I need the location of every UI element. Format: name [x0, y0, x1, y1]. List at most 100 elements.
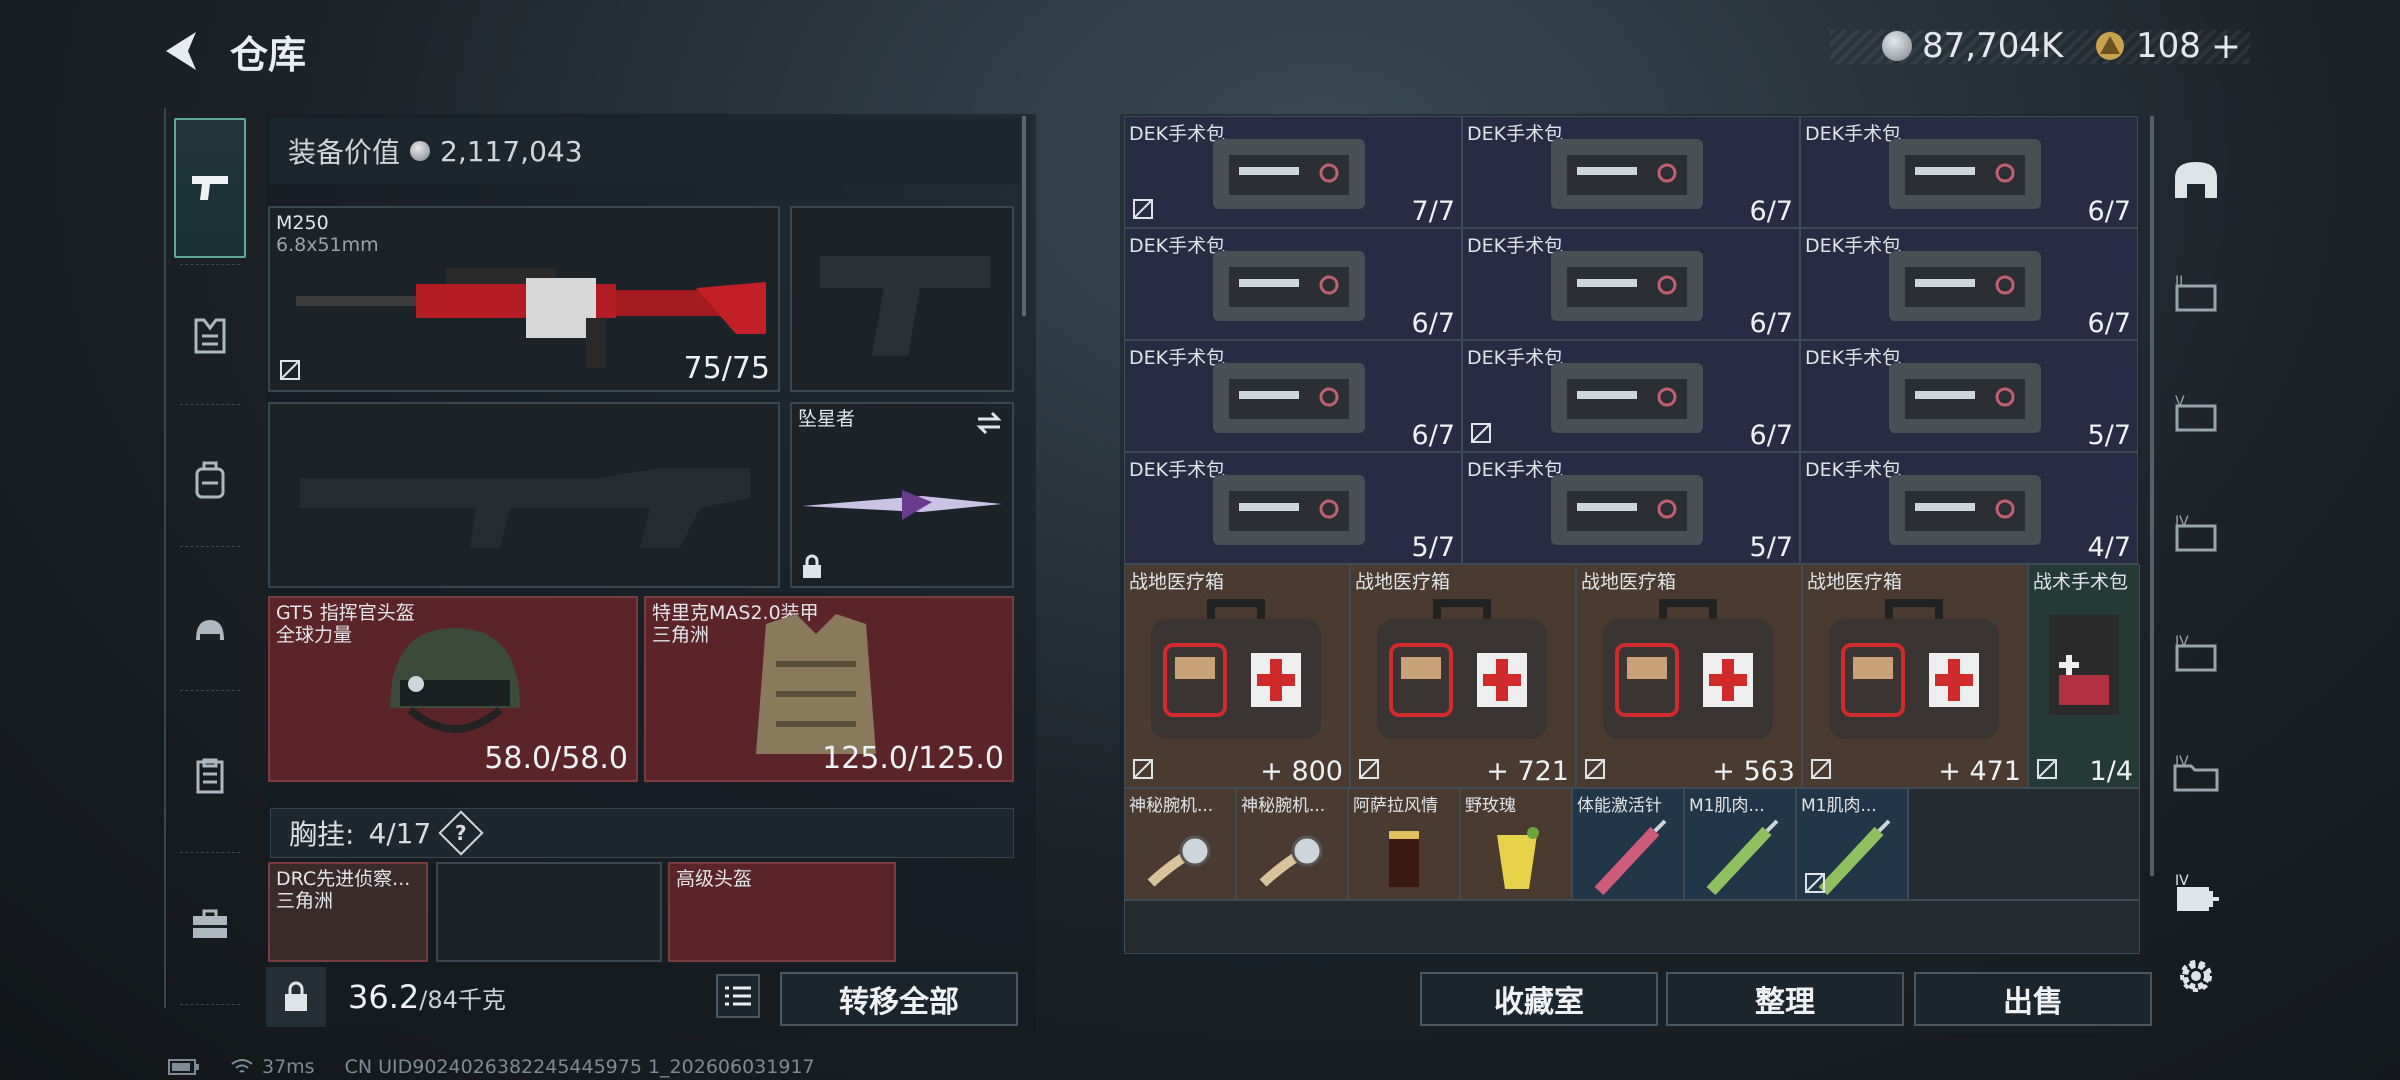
item-count: + 563: [1712, 756, 1795, 787]
armor-slot[interactable]: 特里克MAS2.0装甲 三角洲 125.0/125.0: [644, 596, 1014, 782]
nav-tab-helmet[interactable]: [174, 596, 246, 668]
weight-max: /84千克: [419, 985, 506, 1014]
melee-slot[interactable]: 坠星者: [790, 402, 1014, 588]
storage-item[interactable]: DEK手术包 6/7: [1800, 116, 2138, 228]
nav-tab-backpack[interactable]: [174, 444, 246, 516]
item-count: 6/7: [1749, 308, 1793, 339]
small-item[interactable]: 野玫瑰: [1460, 788, 1572, 900]
storage-tab-4[interactable]: IV: [2160, 502, 2232, 566]
status-bar: 37ms CN UID9024026382245445975 1_2026060…: [168, 1056, 815, 1078]
lock-icon: [285, 981, 307, 1011]
small-item[interactable]: 阿萨拉风情: [1348, 788, 1460, 900]
nav-divider: [180, 264, 240, 265]
medical-box-item[interactable]: 战地医疗箱 + 721: [1350, 564, 1576, 788]
storage-scrollbar[interactable]: [2150, 116, 2154, 876]
pistol-silhouette-icon: [820, 256, 990, 356]
helmet-durability: 58.0/58.0: [484, 741, 628, 776]
helmet-icon: [196, 620, 224, 640]
collection-room-button[interactable]: 收藏室: [1420, 972, 1658, 1026]
small-item[interactable]: M1肌肉...: [1684, 788, 1796, 900]
storage-item[interactable]: DEK手术包 5/7: [1124, 452, 1462, 564]
storage-tab-6[interactable]: IV: [2160, 742, 2232, 806]
small-item[interactable]: M1肌肉...: [1796, 788, 1908, 900]
svg-text:V: V: [2175, 394, 2185, 410]
storage-item[interactable]: DEK手术包 5/7: [1800, 340, 2138, 452]
item-count-value: 721: [1517, 756, 1569, 787]
coin-icon: [1882, 31, 1912, 61]
nav-tab-weapons[interactable]: [174, 118, 246, 258]
small-item[interactable]: 神秘腕机...: [1236, 788, 1348, 900]
equipment-value-bar: 装备价值 2,117,043: [270, 118, 1020, 184]
storage-tab-3[interactable]: V: [2160, 382, 2232, 446]
surgery-kit-image: [1889, 251, 2041, 321]
storage-item[interactable]: DEK手术包 6/7: [1462, 340, 1800, 452]
equipment-scrollbar[interactable]: [1022, 116, 1026, 316]
medical-box-image: [1377, 599, 1547, 739]
item-count: 6/7: [1749, 196, 1793, 227]
weight-lock[interactable]: [266, 967, 326, 1027]
lock-icon: [803, 554, 821, 578]
pistol-slot[interactable]: [790, 206, 1014, 392]
currency-premium-value: 108: [2136, 26, 2201, 66]
add-storage-tab[interactable]: IV: [2160, 862, 2232, 926]
primary-weapon-slot[interactable]: M250 6.8x51mm 75/75: [268, 206, 780, 392]
chest-rig-empty-slot[interactable]: [436, 862, 662, 962]
small-item[interactable]: 神秘腕机...: [1124, 788, 1236, 900]
settings-button[interactable]: [2160, 944, 2232, 1008]
surgery-kit-image: [1889, 475, 2041, 545]
tactical-kit-item[interactable]: 战术手术包 1/4: [2028, 564, 2140, 788]
medical-box-image: [1151, 599, 1321, 739]
secondary-weapon-slot[interactable]: [268, 402, 780, 588]
plus-icon: +: [1260, 756, 1292, 787]
nav-tab-vest[interactable]: [174, 300, 246, 372]
surgery-kit-image: [1213, 251, 1365, 321]
item-count: 5/7: [2087, 420, 2131, 451]
currency-premium[interactable]: 108 +: [2094, 26, 2241, 67]
add-currency-button[interactable]: +: [2211, 26, 2241, 67]
knife-image: [802, 490, 1002, 520]
item-count: 6/7: [2087, 196, 2131, 227]
help-icon[interactable]: ?: [438, 810, 484, 856]
weight-current: 36.2: [348, 978, 420, 1016]
rifle-silhouette-icon: [300, 468, 750, 548]
storage-item[interactable]: DEK手术包 4/7: [1800, 452, 2138, 564]
wrist-device-image: [1147, 835, 1211, 887]
storage-item[interactable]: DEK手术包 6/7: [1462, 116, 1800, 228]
storage-tab-5[interactable]: IV: [2160, 622, 2232, 686]
sell-button[interactable]: 出售: [1914, 972, 2152, 1026]
storage-tab-main[interactable]: [2160, 148, 2232, 212]
chest-item-slot[interactable]: 高级头盔: [668, 862, 896, 962]
storage-tab-2[interactable]: II: [2160, 262, 2232, 326]
nav-divider: [180, 546, 240, 547]
storage-item[interactable]: DEK手术包 6/7: [1800, 228, 2138, 340]
back-button[interactable]: [160, 28, 208, 74]
storage-item[interactable]: DEK手术包 7/7: [1124, 116, 1462, 228]
helmet-slot[interactable]: GT5 指挥官头盔 全球力量 58.0/58.0: [268, 596, 638, 782]
item-count: 5/7: [1749, 532, 1793, 563]
helmet-image: [390, 628, 520, 733]
small-item[interactable]: 体能激活针: [1572, 788, 1684, 900]
currency-coins-value: 87,704K: [1922, 26, 2064, 66]
list-view-button[interactable]: [716, 974, 760, 1018]
storage-box-icon: IV: [2175, 514, 2217, 552]
item-count: 6/7: [1411, 308, 1455, 339]
medical-box-item[interactable]: 战地医疗箱 + 471: [1802, 564, 2028, 788]
empty-storage-space[interactable]: [1124, 900, 2140, 954]
sort-button[interactable]: 整理: [1666, 972, 1904, 1026]
storage-item[interactable]: DEK手术包 5/7: [1462, 452, 1800, 564]
swap-icon[interactable]: [974, 410, 1004, 436]
surgery-kit-image: [1213, 475, 1365, 545]
storage-item[interactable]: DEK手术包 6/7: [1124, 340, 1462, 452]
nav-tab-case[interactable]: [174, 888, 246, 960]
surgery-kit-image: [1551, 363, 1703, 433]
chest-rig-slot[interactable]: DRC先进侦察... 三角洲: [268, 862, 428, 962]
nav-tab-pouch[interactable]: [174, 740, 246, 812]
medical-box-item[interactable]: 战地医疗箱 + 800: [1124, 564, 1350, 788]
medical-box-item[interactable]: 战地医疗箱 + 563: [1576, 564, 1802, 788]
storage-item[interactable]: DEK手术包 6/7: [1462, 228, 1800, 340]
empty-storage-space[interactable]: [1908, 788, 2140, 900]
storage-item[interactable]: DEK手术包 6/7: [1124, 228, 1462, 340]
item-count: + 721: [1486, 756, 1569, 787]
transfer-all-button[interactable]: 转移全部: [780, 972, 1018, 1026]
item-name: 战地医疗箱: [1129, 571, 1225, 593]
